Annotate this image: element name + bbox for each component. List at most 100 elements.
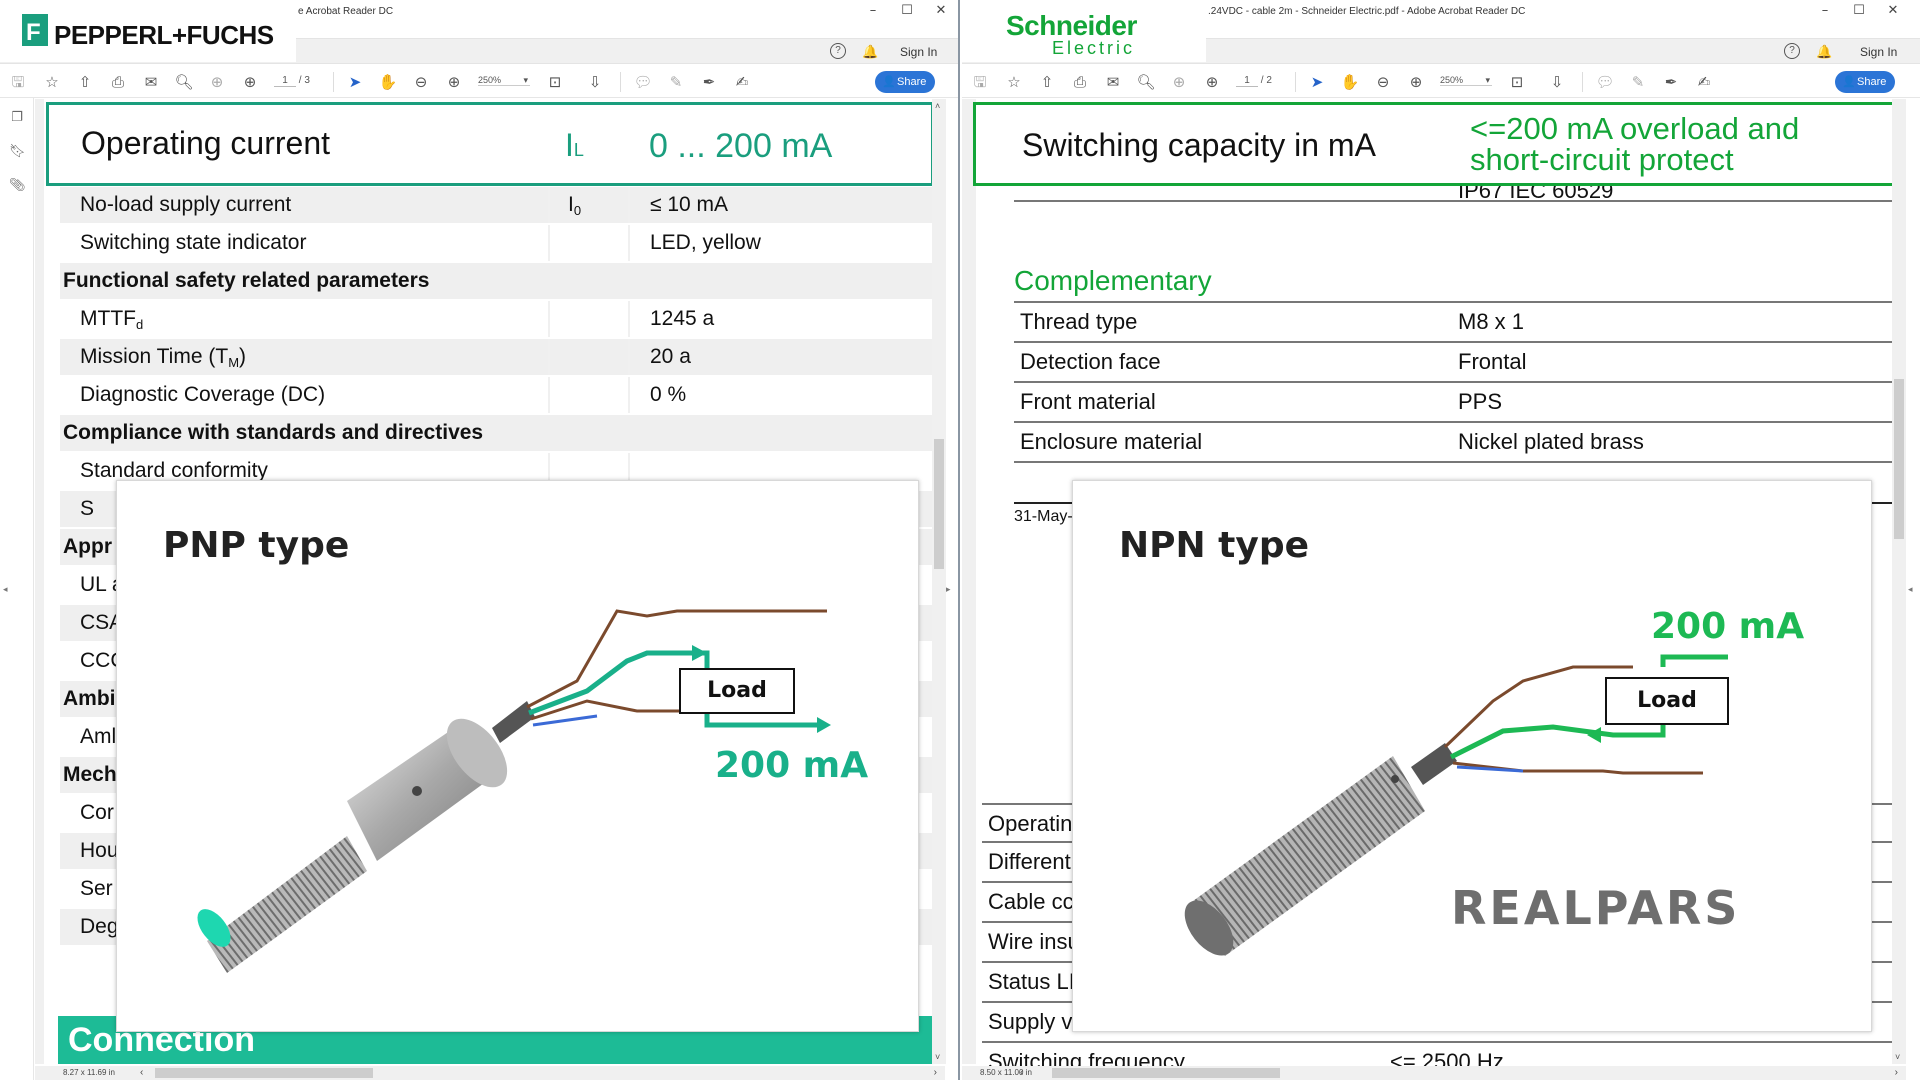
email-icon[interactable]: ✉	[1103, 73, 1123, 91]
horizontal-scrollbar[interactable]: 8.27 x 11.69 in ‹ ›	[35, 1066, 945, 1080]
share-button[interactable]: 👤 Share	[1835, 71, 1895, 93]
select-cursor-icon[interactable]: ➤	[345, 73, 365, 91]
sign-icon[interactable]: ✒	[699, 73, 719, 91]
toolbar: 🖫 ☆ ⇧ ⎙ ✉ 🔍︎ ⊕ ⊕ 1 / 2 ➤ ✋ ⊖ ⊕ 250% ▾ ⊡ …	[962, 66, 1920, 98]
previous-page-icon[interactable]: ⊕	[1169, 73, 1189, 91]
row-label: Hou	[80, 839, 119, 862]
bookmark-star-icon[interactable]: ☆	[42, 73, 62, 91]
maximize-button[interactable]: ☐	[892, 3, 922, 18]
scroll-mode-icon[interactable]: ⇩	[585, 73, 605, 91]
minimize-button[interactable]: –	[1810, 3, 1840, 18]
row-label: Diagnostic Coverage (DC)	[80, 383, 326, 406]
npn-diagram-overlay: NPN type Load 200 mA REALPARS	[1072, 480, 1872, 1032]
row-label: Status LI	[988, 969, 1075, 994]
complementary-section-title: Complementary	[1014, 265, 1212, 296]
zoom-level-select[interactable]: 250% ▾	[1440, 75, 1492, 86]
print-icon[interactable]: ⎙	[1070, 73, 1090, 91]
hand-tool-icon[interactable]: ✋	[1340, 73, 1360, 91]
section-label: Functional safety related parameters	[63, 269, 430, 292]
minimize-button[interactable]: –	[858, 3, 888, 18]
close-button[interactable]: ✕	[1878, 3, 1908, 18]
zoom-out-icon[interactable]: ⊖	[1373, 73, 1393, 91]
page-indicator[interactable]: 1 / 3	[274, 75, 310, 87]
vertical-scrollbar[interactable]: ˄ ˅	[932, 99, 946, 1064]
row-label: Mission Time (TM)	[80, 345, 247, 370]
highlight-icon[interactable]: ✎	[666, 73, 686, 91]
collapse-right-panel-icon[interactable]: ◂	[1908, 584, 1913, 595]
zoom-in-icon[interactable]: ⊕	[1406, 73, 1426, 91]
sensor-body-icon	[197, 701, 535, 973]
row-label: Thread type	[1020, 309, 1138, 334]
comment-icon[interactable]: 💬︎	[1595, 73, 1615, 91]
table-row: No-load supply current I0 ≤ 10 mA	[60, 187, 934, 223]
table-row: Diagnostic Coverage (DC) 0 %	[60, 377, 934, 413]
bookmarks-icon[interactable]: 🔖︎	[9, 144, 26, 160]
horizontal-scrollbar-thumb[interactable]	[1052, 1068, 1280, 1078]
row-label: Different	[988, 849, 1071, 874]
search-icon[interactable]: 🔍︎	[174, 73, 194, 91]
load-box: Load	[1605, 677, 1729, 725]
upload-cloud-icon[interactable]: ⇧	[75, 73, 95, 91]
previous-page-icon[interactable]: ⊕	[207, 73, 227, 91]
fit-page-icon[interactable]: ⊡	[545, 73, 565, 91]
page-thumbnails-icon[interactable]: ❐	[9, 110, 25, 126]
sign-in-link[interactable]: Sign In	[900, 45, 937, 59]
zoom-level-select[interactable]: 250% ▾	[478, 75, 530, 86]
next-page-icon[interactable]: ⊕	[240, 73, 260, 91]
table-row: Mission Time (TM) 20 a	[60, 339, 934, 375]
row-value: PPS	[1458, 389, 1503, 414]
table-section-header: Compliance with standards and directives	[60, 415, 934, 451]
comment-icon[interactable]: 💬︎	[633, 73, 653, 91]
select-cursor-icon[interactable]: ➤	[1307, 73, 1327, 91]
collapse-right-panel-icon[interactable]: ▸	[946, 584, 951, 595]
vertical-scrollbar-thumb[interactable]	[1894, 379, 1904, 539]
fit-page-icon[interactable]: ⊡	[1507, 73, 1527, 91]
row-value: M8 x 1	[1458, 309, 1525, 334]
close-button[interactable]: ✕	[926, 3, 956, 18]
section-label: Mech	[63, 763, 117, 786]
print-icon[interactable]: ⎙	[108, 73, 128, 91]
horizontal-scrollbar[interactable]: 8.50 x 11.00 in ‹ ›	[962, 1066, 1906, 1080]
page-number-input[interactable]: 1	[1236, 75, 1258, 87]
page-indicator[interactable]: 1 / 2	[1236, 75, 1272, 87]
horizontal-scrollbar-thumb[interactable]	[155, 1068, 373, 1078]
row-value: 20 a	[650, 345, 691, 368]
hand-tool-icon[interactable]: ✋	[378, 73, 398, 91]
page-size-label: 8.50 x 11.00 in	[980, 1068, 1032, 1077]
save-icon[interactable]: 🖫	[8, 73, 28, 91]
share-button[interactable]: 👤 Share	[875, 71, 935, 93]
zoom-in-icon[interactable]: ⊕	[444, 73, 464, 91]
vertical-scrollbar[interactable]: ˅	[1892, 99, 1906, 1064]
page-size-label: 8.27 x 11.69 in	[63, 1068, 115, 1077]
email-icon[interactable]: ✉	[141, 73, 161, 91]
page-number-input[interactable]: 1	[274, 75, 296, 87]
sign-in-link[interactable]: Sign In	[1860, 45, 1897, 59]
search-icon[interactable]: 🔍︎	[1136, 73, 1156, 91]
bookmark-star-icon[interactable]: ☆	[1004, 73, 1024, 91]
zoom-out-icon[interactable]: ⊖	[411, 73, 431, 91]
save-icon[interactable]: 🖫	[970, 73, 990, 91]
partial-row: IP67 IEC 60529	[1014, 186, 1894, 202]
row-label: Deg	[80, 915, 119, 938]
next-page-icon[interactable]: ⊕	[1202, 73, 1222, 91]
row-value: Frontal	[1458, 349, 1527, 374]
highlight-icon[interactable]: ✎	[1628, 73, 1648, 91]
vertical-scrollbar-thumb[interactable]	[934, 439, 944, 569]
fill-sign-icon[interactable]: ✍	[1694, 73, 1714, 91]
upload-cloud-icon[interactable]: ⇧	[1037, 73, 1057, 91]
date-fragment: 31-May-	[1014, 508, 1073, 525]
help-icon[interactable]: ?	[830, 43, 846, 59]
fill-sign-icon[interactable]: ✍	[732, 73, 752, 91]
help-icon[interactable]: ?	[1784, 43, 1800, 59]
table-row: Switching state indicator LED, yellow	[60, 225, 934, 261]
table-row: Enclosure material Nickel plated brass	[1014, 423, 1894, 463]
sensor-body-icon	[1184, 743, 1457, 956]
collapse-panel-icon[interactable]: ◂	[3, 584, 8, 595]
sign-icon[interactable]: ✒	[1661, 73, 1681, 91]
attachments-icon[interactable]: 📎︎	[9, 178, 26, 194]
notifications-bell-icon[interactable]: 🔔	[862, 44, 878, 59]
row-label: Wire insu	[988, 929, 1080, 954]
notifications-bell-icon[interactable]: 🔔	[1816, 44, 1832, 59]
scroll-mode-icon[interactable]: ⇩	[1547, 73, 1567, 91]
maximize-button[interactable]: ☐	[1844, 3, 1874, 18]
